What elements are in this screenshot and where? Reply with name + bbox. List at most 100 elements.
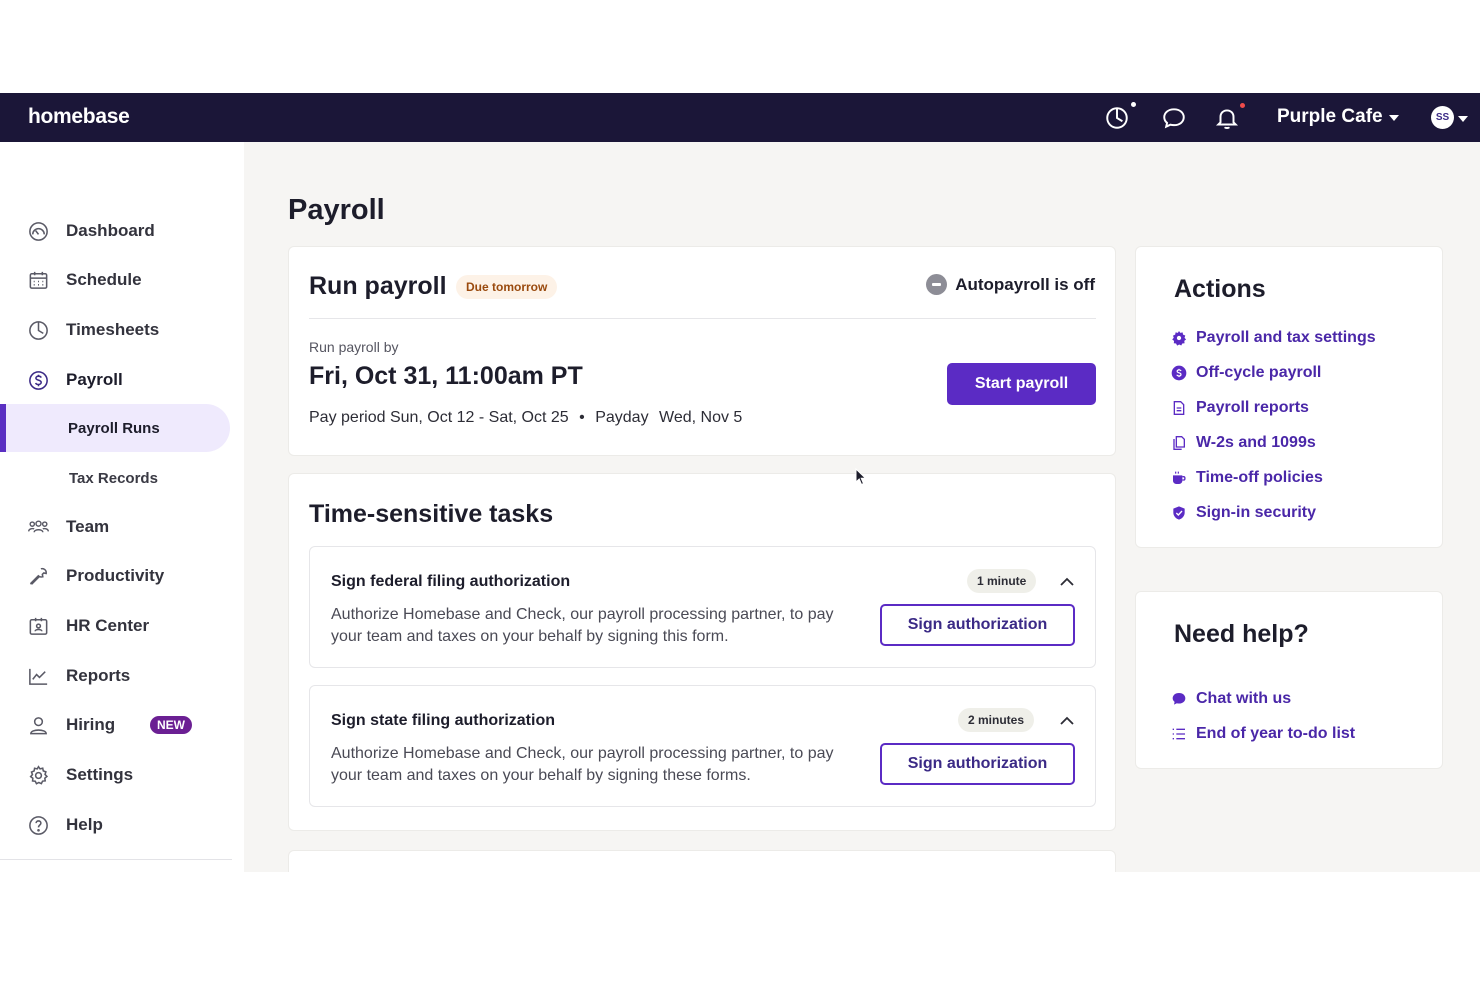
sidebar-item-dashboard[interactable]: Dashboard xyxy=(0,209,244,253)
task-item: Sign federal filing authorization 1 minu… xyxy=(309,546,1096,668)
clock-notification-dot xyxy=(1131,102,1136,107)
task-description: Authorize Homebase and Check, our payrol… xyxy=(331,745,834,784)
task-title: Sign federal filing authorization xyxy=(331,573,571,590)
bell-icon[interactable] xyxy=(1214,103,1245,131)
clock-icon[interactable] xyxy=(1104,102,1136,131)
list-icon xyxy=(1170,726,1187,743)
pay-period: Pay period Sun, Oct 12 - Sat, Oct 25 xyxy=(309,409,569,426)
bell-notification-dot xyxy=(1240,103,1245,108)
sidebar-item-payroll[interactable]: Payroll xyxy=(0,358,244,402)
action-time-off-policies[interactable]: Time-off policies xyxy=(1170,469,1323,487)
sidebar-item-label: Reports xyxy=(66,666,131,685)
sidebar-item-schedule[interactable]: Schedule xyxy=(0,258,244,302)
location-name: Purple Cafe xyxy=(1277,106,1383,127)
sidebar-item-label: Help xyxy=(66,815,103,834)
chevron-up-icon[interactable] xyxy=(1059,715,1075,727)
actions-card: Actions Payroll and tax settings Off-cyc… xyxy=(1135,246,1443,548)
user-menu[interactable]: SS xyxy=(1431,106,1468,129)
help-link-label: End of year to-do list xyxy=(1196,725,1356,742)
start-payroll-button[interactable]: Start payroll xyxy=(947,363,1096,405)
help-end-of-year-todo[interactable]: End of year to-do list xyxy=(1170,725,1355,743)
action-label: Sign-in security xyxy=(1196,504,1317,521)
location-switcher[interactable]: Purple Cafe xyxy=(1277,106,1399,128)
calendar-icon xyxy=(27,269,50,292)
run-payroll-card: Run payroll Due tomorrow Autopayroll is … xyxy=(288,246,1116,456)
dashboard-icon xyxy=(27,220,50,243)
sidebar-subitem-label: Payroll Runs xyxy=(68,419,160,437)
need-help-card: Need help? Chat with us End of year to-d… xyxy=(1135,591,1443,769)
new-badge: NEW xyxy=(150,716,192,734)
payday-label: Payday xyxy=(595,409,649,426)
bullet-separator: • xyxy=(579,409,585,426)
autopayroll-label: Autopayroll is off xyxy=(955,274,1095,294)
wrench-icon xyxy=(27,565,50,588)
action-sign-in-security[interactable]: Sign-in security xyxy=(1170,504,1316,522)
team-icon xyxy=(27,516,50,539)
sidebar-item-help[interactable]: Help xyxy=(0,803,244,847)
sidebar-item-label: Settings xyxy=(66,765,134,784)
minus-circle-icon xyxy=(926,274,948,295)
sidebar-item-label: Team xyxy=(66,517,110,536)
sidebar: Dashboard Schedule Timesheets Payroll Pa… xyxy=(0,142,244,872)
action-payroll-reports[interactable]: Payroll reports xyxy=(1170,399,1309,417)
sign-authorization-button[interactable]: Sign authorization xyxy=(880,604,1075,646)
chat-icon[interactable] xyxy=(1161,105,1187,131)
sidebar-item-label: Productivity xyxy=(66,566,165,585)
help-chat-with-us[interactable]: Chat with us xyxy=(1170,690,1291,708)
action-label: Payroll reports xyxy=(1196,399,1309,416)
help-icon xyxy=(27,814,50,837)
gear-icon xyxy=(1170,330,1187,347)
sidebar-subitem-payroll-runs[interactable]: Payroll Runs xyxy=(0,404,230,452)
action-label: Payroll and tax settings xyxy=(1196,329,1376,346)
sidebar-subitem-tax-records[interactable]: Tax Records xyxy=(0,454,230,502)
action-label: W-2s and 1099s xyxy=(1196,434,1316,451)
dollar-icon xyxy=(27,369,50,392)
chat-icon xyxy=(1170,691,1187,708)
action-payroll-tax-settings[interactable]: Payroll and tax settings xyxy=(1170,329,1376,347)
action-w2s-1099s[interactable]: W-2s and 1099s xyxy=(1170,434,1316,452)
app-window: homebase Purple Cafe SS Dashboard Schedu… xyxy=(0,93,1480,872)
sidebar-item-timesheets[interactable]: Timesheets xyxy=(0,308,244,352)
sign-authorization-button[interactable]: Sign authorization xyxy=(880,743,1075,785)
mouse-cursor-icon xyxy=(855,468,867,486)
sidebar-item-label: Payroll xyxy=(66,370,123,389)
action-label: Time-off policies xyxy=(1196,469,1323,486)
next-card xyxy=(288,850,1116,872)
divider xyxy=(309,318,1096,319)
time-sensitive-tasks-card: Time-sensitive tasks Sign federal filing… xyxy=(288,473,1116,831)
autopayroll-status[interactable]: Autopayroll is off xyxy=(926,274,1095,295)
document-icon xyxy=(1170,400,1187,417)
sidebar-item-label: Timesheets xyxy=(66,320,160,339)
payday-date: Wed, Nov 5 xyxy=(659,409,743,426)
run-payroll-title: Run payroll xyxy=(309,272,447,300)
mug-icon xyxy=(1170,470,1187,487)
homebase-logo[interactable]: homebase xyxy=(28,105,130,129)
dollar-icon xyxy=(1170,365,1187,382)
action-off-cycle-payroll[interactable]: Off-cycle payroll xyxy=(1170,364,1321,382)
need-help-title: Need help? xyxy=(1174,620,1309,648)
run-by-date: Fri, Oct 31, 11:00am PT xyxy=(309,362,583,390)
sidebar-item-hr-center[interactable]: HR Center xyxy=(0,604,244,648)
sidebar-item-hiring[interactable]: Hiring NEW xyxy=(0,703,244,747)
avatar: SS xyxy=(1431,106,1454,129)
sidebar-item-label: HR Center xyxy=(66,616,150,635)
sidebar-subitem-label: Tax Records xyxy=(69,469,158,487)
sidebar-item-reports[interactable]: Reports xyxy=(0,654,244,698)
task-description: Authorize Homebase and Check, our payrol… xyxy=(331,606,834,645)
sidebar-item-team[interactable]: Team xyxy=(0,505,244,549)
clock-icon xyxy=(27,319,50,342)
sidebar-item-label: Schedule xyxy=(66,270,142,289)
sidebar-item-productivity[interactable]: Productivity xyxy=(0,554,244,598)
shield-icon xyxy=(1170,505,1187,522)
help-link-label: Chat with us xyxy=(1196,690,1292,707)
sidebar-item-settings[interactable]: Settings xyxy=(0,753,244,797)
sidebar-divider xyxy=(0,859,232,860)
chevron-up-icon[interactable] xyxy=(1059,576,1075,588)
time-badge: 1 minute xyxy=(967,569,1037,593)
due-badge: Due tomorrow xyxy=(456,275,558,299)
time-badge: 2 minutes xyxy=(958,708,1035,732)
sidebar-item-label: Hiring xyxy=(66,715,116,734)
task-title: Sign state filing authorization xyxy=(331,712,555,729)
top-bar: homebase Purple Cafe SS xyxy=(0,93,1480,142)
pay-period-line: Pay period Sun, Oct 12 - Sat, Oct 25 • P… xyxy=(309,409,742,427)
